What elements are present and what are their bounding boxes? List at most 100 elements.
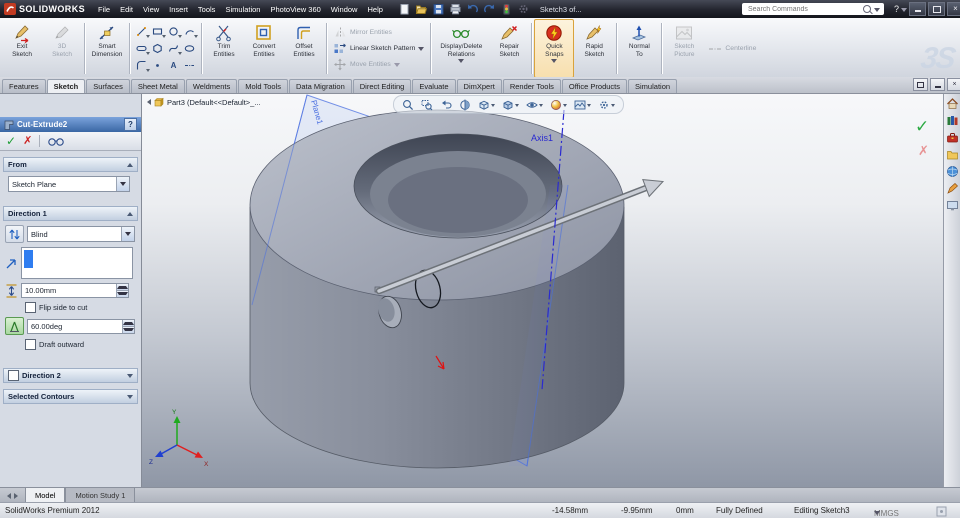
slot-tool[interactable] xyxy=(134,41,150,57)
pm-help-button[interactable]: ? xyxy=(124,118,137,131)
from-collapse-icon[interactable] xyxy=(127,160,133,167)
menu-insert[interactable]: Insert xyxy=(164,3,193,16)
construction-line-tool[interactable] xyxy=(182,58,197,74)
appearance-dropdown-icon[interactable] xyxy=(563,103,567,109)
tab-dimxpert[interactable]: DimXpert xyxy=(456,79,502,93)
tab-features[interactable]: Features xyxy=(2,79,46,93)
doc-minimize-button[interactable] xyxy=(930,78,945,91)
draft-angle-spinner[interactable]: 60.00deg xyxy=(27,318,135,334)
search-input[interactable] xyxy=(745,4,860,14)
draft-button[interactable] xyxy=(5,317,24,335)
undo-icon[interactable] xyxy=(466,3,479,15)
view-settings-button[interactable] xyxy=(598,99,615,111)
help-button[interactable]: ? xyxy=(894,4,899,14)
from-section-header[interactable]: From xyxy=(3,157,138,172)
linear-pattern-dropdown-icon[interactable] xyxy=(418,47,425,54)
offset-entities-button[interactable]: Offset Entities xyxy=(284,19,324,78)
pm-cancel-button[interactable]: ✗ xyxy=(23,135,32,147)
direction1-section-header[interactable]: Direction 1 xyxy=(3,206,138,221)
help-dropdown-icon[interactable] xyxy=(901,7,907,15)
menu-file[interactable]: File xyxy=(93,3,115,16)
display-style-dropdown-icon[interactable] xyxy=(515,103,519,109)
hide-show-items-button[interactable] xyxy=(526,99,543,111)
detailed-preview-icon[interactable] xyxy=(47,136,65,147)
doc-close-button[interactable]: × xyxy=(947,78,960,91)
spline-tool[interactable] xyxy=(166,41,182,57)
linear-sketch-pattern-button[interactable]: Linear Sketch Pattern xyxy=(333,42,425,55)
menu-tools[interactable]: Tools xyxy=(193,3,221,16)
tab-scroll-left-icon[interactable] xyxy=(4,492,11,499)
direction1-collapse-icon[interactable] xyxy=(127,209,133,216)
ellipse-tool[interactable] xyxy=(182,41,197,57)
draft-angle-value[interactable]: 60.00deg xyxy=(28,322,122,331)
rectangle-tool[interactable] xyxy=(150,24,166,40)
exit-sketch-button[interactable]: Exit Sketch xyxy=(2,19,42,78)
fillet-tool[interactable] xyxy=(134,58,150,74)
menu-view[interactable]: View xyxy=(138,3,164,16)
normal-to-button[interactable]: Normal To xyxy=(619,19,659,78)
search-icon[interactable] xyxy=(862,5,871,13)
view-palette-icon[interactable] xyxy=(946,182,959,195)
breadcrumb-text[interactable]: Part3 (Default<<Default>_... xyxy=(167,98,261,107)
confirm-cancel-button[interactable]: ✗ xyxy=(918,143,929,159)
model-scene[interactable]: Plane1 Axis1 X Y Z xyxy=(141,93,944,487)
flip-side-checkbox[interactable] xyxy=(25,302,36,313)
display-style-button[interactable] xyxy=(502,99,519,111)
scene-dropdown-icon[interactable] xyxy=(587,103,591,109)
arc-dropdown-icon[interactable] xyxy=(194,34,198,40)
mirror-entities-button[interactable]: Mirror Entities xyxy=(333,26,424,39)
draft-decrement-button[interactable] xyxy=(123,325,134,333)
confirm-ok-button[interactable]: ✓ xyxy=(915,117,929,137)
zoom-to-fit-button[interactable] xyxy=(402,99,414,111)
repair-sketch-button[interactable]: Repair Sketch xyxy=(489,19,529,78)
quick-tips-icon[interactable] xyxy=(936,506,947,517)
tab-surfaces[interactable]: Surfaces xyxy=(86,79,130,93)
convert-entities-button[interactable]: Convert Entities xyxy=(244,19,284,78)
depth-spinner[interactable]: 10.00mm xyxy=(21,283,129,298)
direction2-checkbox[interactable] xyxy=(8,370,19,381)
section-view-button[interactable] xyxy=(459,99,471,111)
menu-help[interactable]: Help xyxy=(362,3,387,16)
trim-entities-button[interactable]: Trim Entities xyxy=(204,19,244,78)
menu-simulation[interactable]: Simulation xyxy=(220,3,265,16)
from-dropdown-button[interactable] xyxy=(116,177,129,191)
point-tool[interactable] xyxy=(150,58,165,74)
resources-home-icon[interactable] xyxy=(946,97,959,110)
doc-restore-button[interactable] xyxy=(913,78,928,91)
quick-snaps-dropdown-icon[interactable] xyxy=(551,59,558,66)
new-document-icon[interactable] xyxy=(398,3,411,15)
search-commands-box[interactable] xyxy=(741,3,884,15)
reverse-direction-button[interactable] xyxy=(5,225,24,243)
direction-reference-box[interactable] xyxy=(21,247,133,279)
menu-photoview[interactable]: PhotoView 360 xyxy=(265,3,325,16)
hide-show-dropdown-icon[interactable] xyxy=(539,103,543,109)
end-condition-dropdown[interactable]: Blind xyxy=(27,226,135,242)
tab-simulation[interactable]: Simulation xyxy=(628,79,678,93)
from-dropdown[interactable]: Sketch Plane xyxy=(8,176,130,192)
toolbox-icon[interactable] xyxy=(946,131,959,144)
apply-scene-button[interactable] xyxy=(574,99,591,111)
polygon-tool[interactable] xyxy=(150,41,165,57)
options-gear-icon[interactable] xyxy=(517,3,530,15)
tab-mold-tools[interactable]: Mold Tools xyxy=(238,79,288,93)
pm-ok-button[interactable]: ✓ xyxy=(6,135,16,147)
window-close-button[interactable]: × xyxy=(947,2,960,16)
view-orientation-button[interactable] xyxy=(478,99,495,111)
display-delete-dropdown-icon[interactable] xyxy=(458,59,465,66)
motion-study-tab[interactable]: Motion Study 1 xyxy=(65,488,136,503)
tab-direct-editing[interactable]: Direct Editing xyxy=(352,79,412,93)
selected-contours-expand-icon[interactable] xyxy=(127,394,133,402)
tab-data-migration[interactable]: Data Migration xyxy=(288,79,352,93)
tab-render-tools[interactable]: Render Tools xyxy=(502,79,561,93)
view-settings-dropdown-icon[interactable] xyxy=(611,103,615,109)
sketch-picture-button[interactable]: Sketch Picture xyxy=(664,19,704,78)
search-dropdown-icon[interactable] xyxy=(873,7,880,15)
move-entities-dropdown-icon[interactable] xyxy=(393,63,400,70)
quick-snaps-button[interactable]: Quick Snaps xyxy=(534,19,575,78)
circle-tool[interactable] xyxy=(166,24,182,40)
open-icon[interactable] xyxy=(415,3,428,15)
draft-outward-checkbox[interactable] xyxy=(25,339,36,350)
selected-contours-header[interactable]: Selected Contours xyxy=(3,389,138,404)
search-globe-icon[interactable] xyxy=(946,165,959,178)
display-delete-relations-button[interactable]: Display/Delete Relations xyxy=(433,19,489,78)
